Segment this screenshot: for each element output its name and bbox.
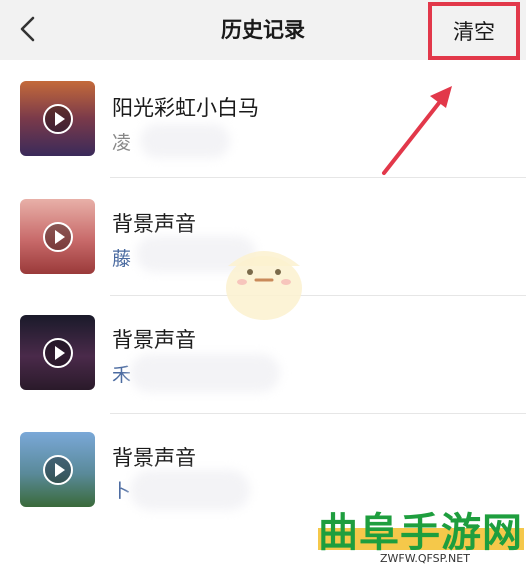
watermark-url: ZWFW.QFSP.NET	[380, 552, 470, 565]
watermark-logo: 曲阜手游网	[318, 509, 523, 556]
annotation-arrow	[382, 86, 452, 175]
